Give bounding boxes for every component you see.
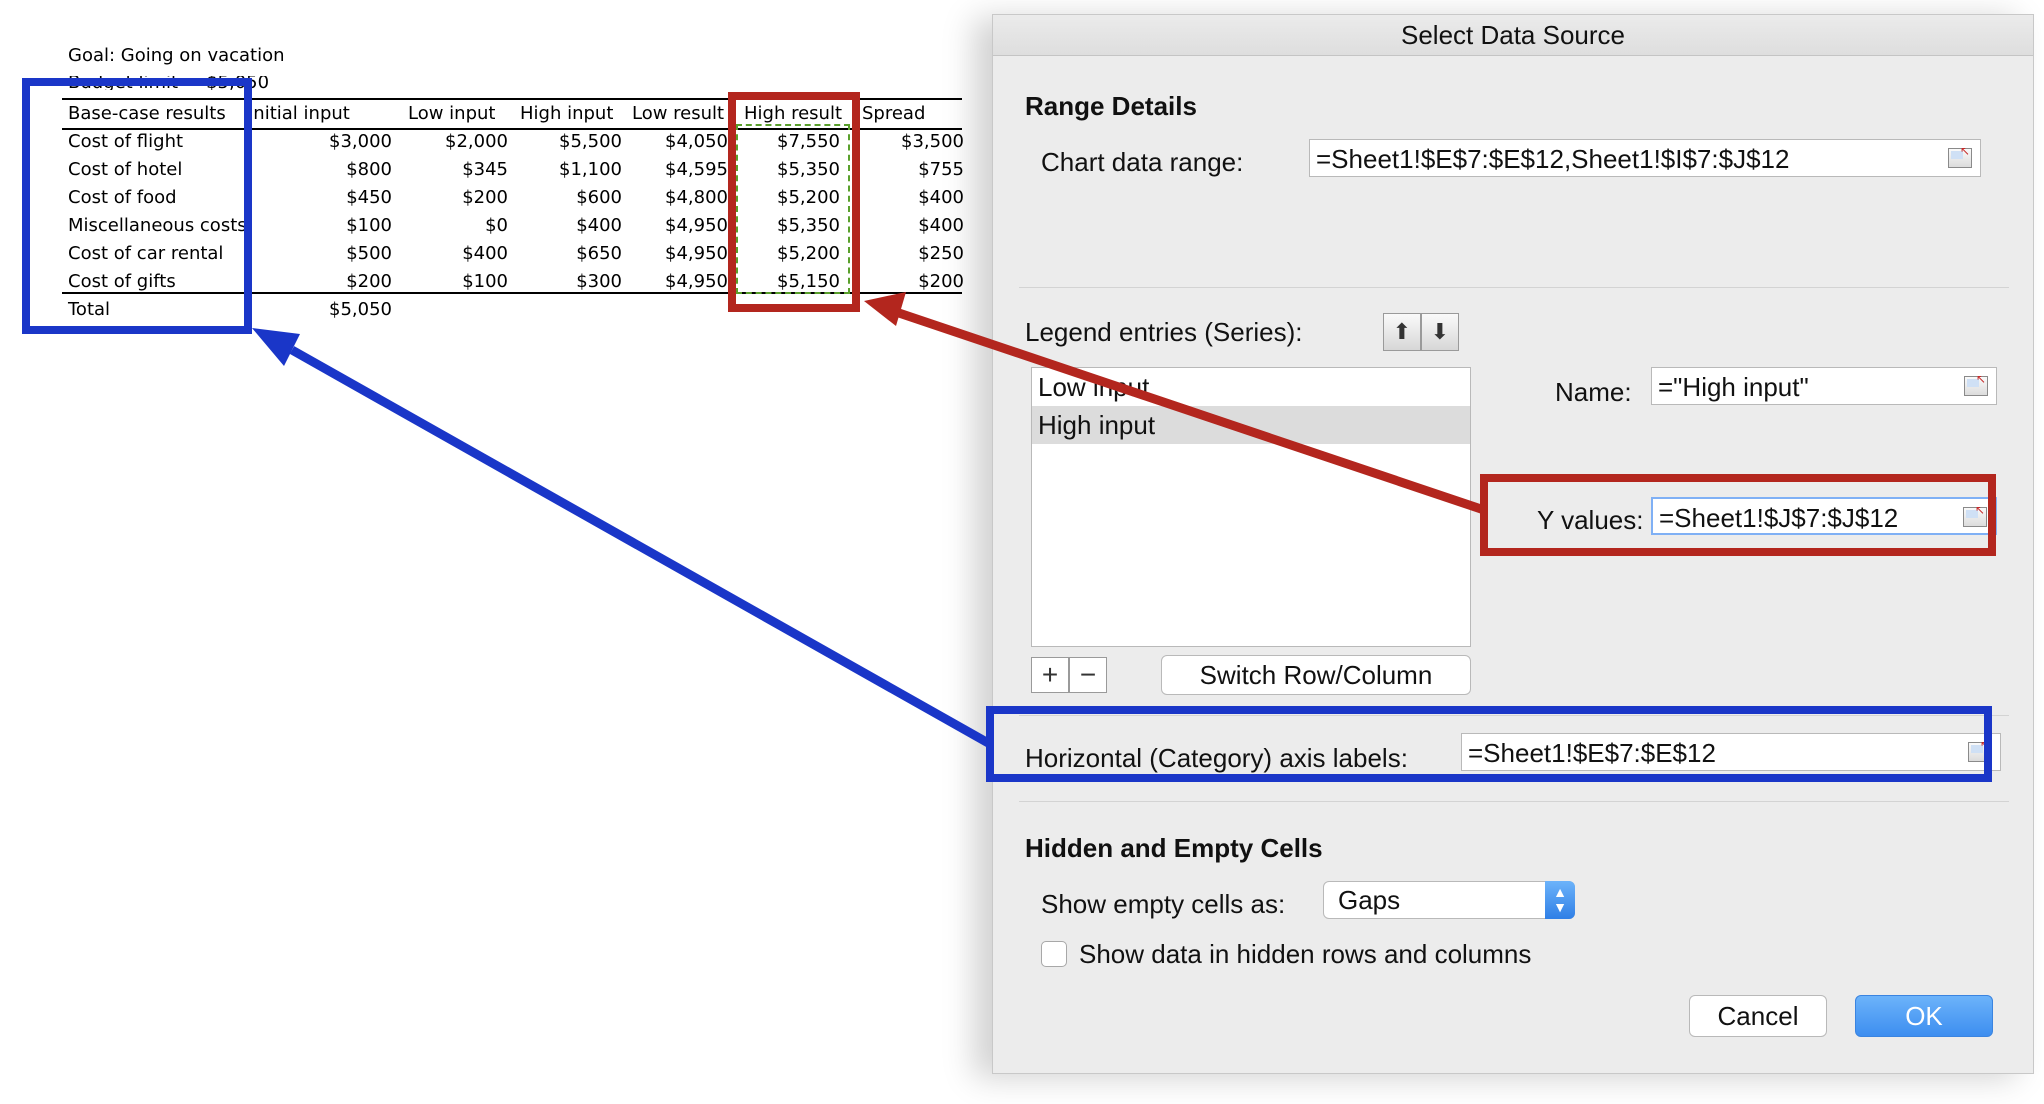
cancel-button[interactable]: Cancel: [1689, 995, 1827, 1037]
chart-range-field[interactable]: =Sheet1!$E$7:$E$12,Sheet1!$I$7:$J$12: [1309, 139, 1981, 177]
blue-highlight-axis-labels: [986, 706, 1992, 782]
range-details-title: Range Details: [1025, 91, 1197, 121]
initial-cell[interactable]: $500: [272, 240, 392, 268]
arrow-down-icon[interactable]: ⬇: [1421, 313, 1459, 351]
initial-cell[interactable]: $3,000: [272, 128, 392, 156]
low-cell[interactable]: $400: [392, 240, 508, 268]
blue-arrow: [252, 328, 993, 748]
hidden-rows-label: Show data in hidden rows and columns: [1079, 939, 1532, 969]
chart-range-value: =Sheet1!$E$7:$E$12,Sheet1!$I$7:$J$12: [1316, 144, 1790, 174]
header-initial-input[interactable]: Initial input: [248, 100, 350, 128]
red-highlight-high-result: [728, 92, 860, 312]
blue-highlight-category-labels: [22, 78, 252, 334]
header-spread[interactable]: Spread: [862, 100, 925, 128]
high-cell[interactable]: $1,100: [508, 156, 622, 184]
name-field[interactable]: ="High input": [1651, 367, 1997, 405]
low-result-cell[interactable]: $4,050: [622, 128, 728, 156]
header-high-input[interactable]: High input: [520, 100, 613, 128]
range-select-icon[interactable]: [1948, 140, 1972, 170]
hidden-empty-title: Hidden and Empty Cells: [1025, 833, 1323, 863]
add-series-button[interactable]: +: [1031, 657, 1069, 693]
remove-series-button[interactable]: −: [1069, 657, 1107, 693]
list-item-selected[interactable]: High input: [1032, 406, 1470, 444]
high-cell[interactable]: $600: [508, 184, 622, 212]
high-cell[interactable]: $650: [508, 240, 622, 268]
separator: [1019, 287, 2009, 288]
goal-text: Goal: Going on vacation: [68, 45, 285, 66]
red-highlight-y-values: [1480, 474, 1996, 556]
dialog-title: Select Data Source: [993, 15, 2033, 56]
empty-cells-value: Gaps: [1338, 885, 1401, 915]
legend-entries-title: Legend entries (Series):: [1025, 317, 1303, 347]
series-list[interactable]: Low input High input: [1031, 367, 1471, 647]
chevron-updown-icon: ▲ ▼: [1545, 881, 1575, 919]
initial-cell[interactable]: $450: [272, 184, 392, 212]
list-item[interactable]: Low input: [1032, 368, 1470, 406]
chart-range-label: Chart data range:: [1041, 147, 1244, 177]
low-cell[interactable]: $0: [392, 212, 508, 240]
header-low-input[interactable]: Low input: [408, 100, 495, 128]
hidden-rows-checkbox[interactable]: [1041, 941, 1067, 967]
low-result-cell[interactable]: $4,950: [622, 212, 728, 240]
arrow-up-icon[interactable]: ⬆: [1383, 313, 1421, 351]
switch-row-column-button[interactable]: Switch Row/Column: [1161, 655, 1471, 695]
header-low-result[interactable]: Low result: [632, 100, 724, 128]
low-cell[interactable]: $345: [392, 156, 508, 184]
separator: [1019, 801, 2009, 802]
low-cell[interactable]: $2,000: [392, 128, 508, 156]
range-select-icon[interactable]: [1964, 368, 1988, 398]
initial-cell[interactable]: $100: [272, 212, 392, 240]
ok-button[interactable]: OK: [1855, 995, 1993, 1037]
initial-cell[interactable]: $800: [272, 156, 392, 184]
name-value: ="High input": [1658, 372, 1809, 402]
empty-cells-select[interactable]: Gaps ▲ ▼: [1323, 881, 1575, 919]
name-label: Name:: [1555, 377, 1632, 407]
low-result-cell[interactable]: $4,950: [622, 240, 728, 268]
low-result-cell[interactable]: $4,800: [622, 184, 728, 212]
high-cell[interactable]: $400: [508, 212, 622, 240]
total-value[interactable]: $5,050: [272, 296, 392, 324]
empty-cells-label: Show empty cells as:: [1041, 889, 1286, 919]
high-cell[interactable]: $5,500: [508, 128, 622, 156]
low-cell[interactable]: $200: [392, 184, 508, 212]
low-result-cell[interactable]: $4,595: [622, 156, 728, 184]
